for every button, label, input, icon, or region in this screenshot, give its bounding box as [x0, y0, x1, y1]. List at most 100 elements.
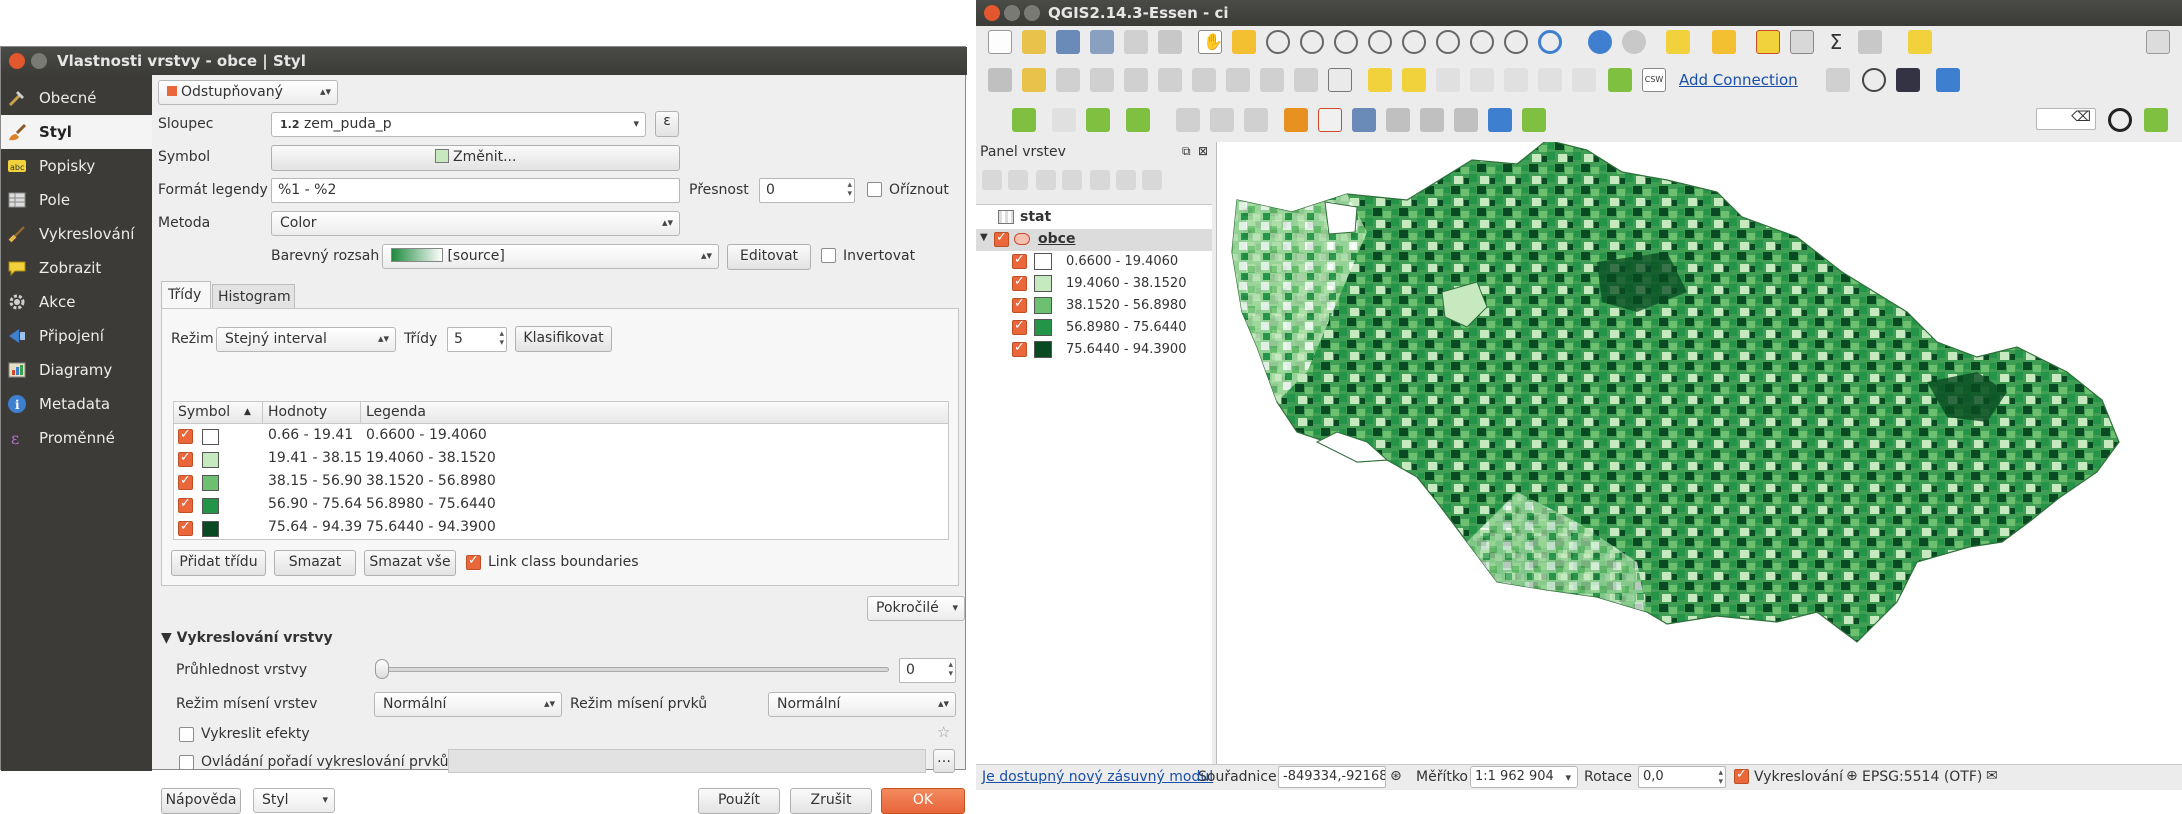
- class-values[interactable]: 38.15 - 56.90: [268, 473, 362, 489]
- blend-features-combo[interactable]: Normální ▴▾: [768, 692, 956, 717]
- add-group-icon[interactable]: [982, 170, 1002, 190]
- blend-layers-combo[interactable]: Normální ▴▾: [374, 692, 562, 717]
- class-symbol-swatch[interactable]: [202, 521, 219, 537]
- text-align-icon[interactable]: [1052, 108, 1076, 132]
- zoom-out-icon[interactable]: [1300, 30, 1324, 54]
- invert-checkbox[interactable]: [821, 248, 836, 263]
- zoom-selection-icon[interactable]: [1402, 30, 1426, 54]
- transparency-slider[interactable]: [377, 667, 889, 672]
- layer-class-row[interactable]: 56.8980 - 75.6440: [976, 317, 1212, 339]
- layer-class-row[interactable]: 19.4060 - 38.1520: [976, 273, 1212, 295]
- class-row[interactable]: 56.90 - 75.64 56.8980 - 75.6440: [174, 494, 948, 516]
- section-collapse-toggle[interactable]: ▼ Vykreslování vrstvy: [161, 630, 333, 646]
- feature-order-more-button[interactable]: …: [933, 749, 955, 773]
- rotation-spinbox[interactable]: 0,0 ▴ ▾: [1638, 766, 1726, 788]
- zoom-next-icon[interactable]: [1504, 30, 1528, 54]
- network-icon[interactable]: [1352, 108, 1376, 132]
- column-header-symbol[interactable]: Symbol: [178, 404, 230, 420]
- node-tool-icon[interactable]: [1158, 68, 1182, 92]
- save-edits-icon[interactable]: [1056, 68, 1080, 92]
- classes-table[interactable]: Symbol ▲ Hodnoty Legenda 0.66 - 19.41 0.…: [173, 401, 949, 540]
- map-canvas[interactable]: [1216, 139, 2182, 764]
- select-by-expression-icon[interactable]: [1712, 30, 1736, 54]
- collapse-all-icon[interactable]: [1116, 170, 1136, 190]
- class-symbol-swatch[interactable]: [202, 452, 219, 468]
- sidebar-item-zobrazit[interactable]: Zobrazit: [1, 251, 152, 285]
- collapse-arrow-icon[interactable]: ▼: [980, 232, 988, 243]
- class-visible-checkbox[interactable]: [178, 450, 193, 467]
- class-visible-checkbox[interactable]: [178, 427, 193, 444]
- class-legend[interactable]: 38.1520 - 56.8980: [366, 473, 496, 489]
- camera-icon[interactable]: [1386, 108, 1410, 132]
- digitize-icon[interactable]: [1176, 108, 1200, 132]
- white-polygon[interactable]: [1324, 201, 1358, 235]
- leaf-plugin-icon[interactable]: [1012, 108, 1036, 132]
- sidebar-item-diagramy[interactable]: Diagramy: [1, 353, 152, 387]
- column-header-legenda[interactable]: Legenda: [366, 404, 426, 420]
- statistics-sigma-icon[interactable]: Σ: [1824, 30, 1848, 54]
- class-row[interactable]: 0.66 - 19.41 0.6600 - 19.4060: [174, 425, 948, 447]
- renderer-combo[interactable]: Odstupňovaný ▴▾: [158, 80, 338, 105]
- class-visible-checkbox[interactable]: [1012, 318, 1027, 335]
- class-symbol-swatch[interactable]: [202, 475, 219, 491]
- crs-button[interactable]: EPSG:5514 (OTF): [1862, 769, 1982, 785]
- sidebar-item-promenne[interactable]: ε Proměnné: [1, 421, 152, 455]
- column-header-hodnoty[interactable]: Hodnoty: [268, 404, 327, 420]
- class-legend[interactable]: 56.8980 - 75.6440: [366, 496, 496, 512]
- select-features-icon[interactable]: [1666, 30, 1690, 54]
- mode-combo[interactable]: Stejný interval ▴▾: [216, 327, 396, 352]
- composer-manager-icon[interactable]: [1158, 30, 1182, 54]
- pan-to-selection-icon[interactable]: [1232, 30, 1256, 54]
- visibility-eye-icon[interactable]: [1008, 170, 1028, 190]
- render-checkbox[interactable]: [1734, 767, 1749, 784]
- cut-features-icon[interactable]: [1226, 68, 1250, 92]
- delete-class-button[interactable]: Smazat: [274, 550, 356, 576]
- refresh-icon[interactable]: [1538, 30, 1562, 54]
- close-window-button[interactable]: [9, 53, 25, 69]
- clear-input-icon[interactable]: ⌫: [2071, 109, 2091, 125]
- csw-icon[interactable]: CSW: [1642, 68, 1666, 92]
- help-button[interactable]: Nápověda: [161, 788, 241, 814]
- method-combo[interactable]: Color ▴▾: [271, 211, 680, 236]
- leaf-plugin-icon[interactable]: [1086, 108, 1110, 132]
- coordinates-field[interactable]: -849334,-921681: [1278, 766, 1386, 788]
- attribute-table-icon[interactable]: [1790, 30, 1814, 54]
- leaf-plugin-icon[interactable]: [2144, 108, 2168, 132]
- add-feature-icon[interactable]: [1090, 68, 1114, 92]
- class-row[interactable]: 38.15 - 56.90 38.1520 - 56.8980: [174, 471, 948, 493]
- add-class-button[interactable]: Přidat třídu: [171, 550, 266, 576]
- add-connection-link[interactable]: Add Connection: [1679, 71, 1798, 89]
- run-action-icon[interactable]: [1622, 30, 1646, 54]
- raster-icon[interactable]: [1318, 108, 1342, 132]
- class-legend[interactable]: 0.6600 - 19.4060: [366, 427, 487, 443]
- star-effects-icon[interactable]: ☆: [937, 723, 950, 741]
- close-window-button[interactable]: [984, 5, 1000, 21]
- transparency-slider-handle[interactable]: [375, 659, 389, 679]
- edit-ramp-button[interactable]: Editovat: [727, 244, 811, 270]
- vertex-tool-icon[interactable]: [2116, 68, 2140, 92]
- zoom-native-icon[interactable]: [1334, 30, 1358, 54]
- choropleth-map[interactable]: [1217, 139, 2182, 764]
- delete-all-button[interactable]: Smazat vše: [364, 550, 456, 576]
- class-values[interactable]: 19.41 - 38.15: [268, 450, 362, 466]
- class-values[interactable]: 75.64 - 94.39: [268, 519, 362, 535]
- change-symbol-button[interactable]: Změnit...: [271, 145, 680, 171]
- tab-histogram[interactable]: Histogram: [212, 284, 295, 309]
- layer-row-stat[interactable]: stat: [976, 207, 1212, 229]
- copy-features-icon[interactable]: [1260, 68, 1284, 92]
- class-visible-checkbox[interactable]: [178, 519, 193, 536]
- label-show-hide-icon[interactable]: [1470, 68, 1494, 92]
- style-menu-button[interactable]: Styl ▾: [253, 788, 335, 813]
- pan-hand-icon[interactable]: ✋: [1198, 30, 1223, 54]
- new-project-icon[interactable]: [988, 30, 1012, 54]
- zoom-layer-icon[interactable]: [1436, 30, 1460, 54]
- remove-layer-icon[interactable]: [1142, 170, 1162, 190]
- minimize-window-button[interactable]: [1004, 5, 1020, 21]
- class-visible-checkbox[interactable]: [1012, 296, 1027, 313]
- arrow-plugin-icon[interactable]: [1522, 108, 1546, 132]
- ok-button[interactable]: OK: [881, 788, 965, 814]
- download-icon[interactable]: [1284, 108, 1308, 132]
- save-project-icon[interactable]: [1056, 30, 1080, 54]
- toggle-editing-pencil-icon[interactable]: [1022, 68, 1046, 92]
- move-feature-icon[interactable]: [1124, 68, 1148, 92]
